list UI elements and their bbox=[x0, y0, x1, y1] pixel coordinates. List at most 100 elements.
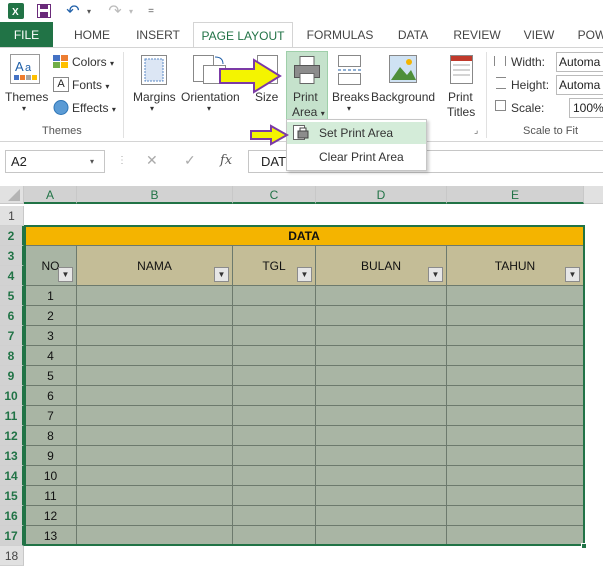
column-header-a[interactable]: A bbox=[24, 186, 77, 204]
row-header[interactable]: 18 bbox=[0, 546, 24, 566]
tab-view[interactable]: VIEW bbox=[516, 22, 562, 48]
breaks-dropdown-icon[interactable]: ▾ bbox=[347, 104, 351, 113]
tab-page-layout[interactable]: PAGE LAYOUT bbox=[193, 22, 293, 48]
table-row-number[interactable]: 4 bbox=[25, 346, 77, 366]
row-header[interactable]: 14 bbox=[0, 466, 24, 486]
table-cell[interactable] bbox=[77, 386, 233, 406]
tab-home[interactable]: HOME bbox=[62, 22, 122, 48]
enter-icon[interactable]: ✓ bbox=[184, 152, 196, 169]
row-header[interactable]: 3 bbox=[0, 246, 24, 266]
table-cell[interactable] bbox=[77, 286, 233, 306]
header-cell-nama[interactable]: NAMA ▼ bbox=[77, 246, 233, 286]
select-all-corner[interactable] bbox=[0, 186, 24, 204]
print-titles-label-line2[interactable]: Titles bbox=[447, 105, 475, 119]
cancel-icon[interactable]: ✕ bbox=[146, 152, 158, 169]
table-cell[interactable] bbox=[447, 326, 584, 346]
table-cell[interactable] bbox=[233, 366, 316, 386]
table-cell[interactable] bbox=[447, 466, 584, 486]
column-header-e[interactable]: E bbox=[447, 186, 584, 204]
height-select[interactable]: Automa bbox=[556, 75, 603, 95]
table-cell[interactable] bbox=[316, 486, 447, 506]
table-cell[interactable] bbox=[233, 326, 316, 346]
table-cell[interactable] bbox=[233, 286, 316, 306]
column-header-d[interactable]: D bbox=[316, 186, 447, 204]
tab-data[interactable]: DATA bbox=[388, 22, 438, 48]
themes-icon[interactable]: Aa bbox=[10, 54, 40, 87]
row-header[interactable]: 9 bbox=[0, 366, 24, 386]
filter-dropdown-icon[interactable]: ▼ bbox=[565, 267, 580, 282]
table-row-number[interactable]: 6 bbox=[25, 386, 77, 406]
themes-dropdown-icon[interactable]: ▾ bbox=[22, 104, 26, 113]
table-cell[interactable] bbox=[316, 326, 447, 346]
column-header-f[interactable] bbox=[584, 186, 603, 204]
print-titles-label-line1[interactable]: Print bbox=[448, 90, 473, 104]
filter-dropdown-icon[interactable]: ▼ bbox=[428, 267, 443, 282]
tab-insert[interactable]: INSERT bbox=[130, 22, 186, 48]
row-header[interactable]: 6 bbox=[0, 306, 24, 326]
tab-power[interactable]: POW bbox=[572, 22, 603, 48]
header-cell-tgl[interactable]: TGL ▼ bbox=[233, 246, 316, 286]
table-row-number[interactable]: 10 bbox=[25, 466, 77, 486]
row-header[interactable]: 2 bbox=[0, 226, 24, 246]
table-cell[interactable] bbox=[233, 486, 316, 506]
table-cell[interactable] bbox=[447, 366, 584, 386]
breaks-button[interactable]: Breaks bbox=[332, 90, 369, 104]
orientation-dropdown-icon[interactable]: ▾ bbox=[207, 104, 211, 113]
row-header[interactable]: 13 bbox=[0, 446, 24, 466]
table-row-number[interactable]: 13 bbox=[25, 526, 77, 546]
save-icon[interactable] bbox=[34, 2, 54, 20]
table-cell[interactable] bbox=[77, 486, 233, 506]
table-cell[interactable] bbox=[233, 406, 316, 426]
table-cell[interactable] bbox=[77, 466, 233, 486]
table-cell[interactable] bbox=[233, 306, 316, 326]
table-cell[interactable] bbox=[77, 306, 233, 326]
row-header[interactable]: 1 bbox=[0, 206, 24, 226]
table-cell[interactable] bbox=[447, 526, 584, 546]
table-cell[interactable] bbox=[77, 406, 233, 426]
tab-formulas[interactable]: FORMULAS bbox=[300, 22, 380, 48]
filter-dropdown-icon[interactable]: ▼ bbox=[297, 267, 312, 282]
table-cell[interactable] bbox=[316, 366, 447, 386]
table-row-number[interactable]: 3 bbox=[25, 326, 77, 346]
table-cell[interactable] bbox=[233, 506, 316, 526]
table-cell[interactable] bbox=[77, 366, 233, 386]
table-cell[interactable] bbox=[233, 426, 316, 446]
row-header[interactable]: 10 bbox=[0, 386, 24, 406]
table-row-number[interactable]: 11 bbox=[25, 486, 77, 506]
header-cell-no[interactable]: NO ▼ bbox=[25, 246, 77, 286]
table-cell[interactable] bbox=[447, 426, 584, 446]
row-header[interactable]: 17 bbox=[0, 526, 24, 546]
table-row-number[interactable]: 12 bbox=[25, 506, 77, 526]
redo-dropdown-icon[interactable]: ▾ bbox=[126, 2, 136, 20]
table-cell[interactable] bbox=[316, 306, 447, 326]
undo-icon[interactable]: ↶ bbox=[64, 2, 82, 20]
width-select[interactable]: Automa bbox=[556, 52, 603, 72]
table-row-number[interactable]: 2 bbox=[25, 306, 77, 326]
table-cell[interactable] bbox=[77, 506, 233, 526]
table-cell[interactable] bbox=[316, 426, 447, 446]
table-cell[interactable] bbox=[316, 286, 447, 306]
row-header[interactable]: 8 bbox=[0, 346, 24, 366]
filter-dropdown-icon[interactable]: ▼ bbox=[214, 267, 229, 282]
row-header[interactable]: 7 bbox=[0, 326, 24, 346]
row-header[interactable]: 4 bbox=[0, 266, 24, 286]
table-cell[interactable] bbox=[316, 386, 447, 406]
insert-function-icon[interactable]: fx bbox=[220, 153, 232, 168]
customize-qat-icon[interactable]: = bbox=[145, 2, 157, 20]
table-cell[interactable] bbox=[447, 286, 584, 306]
row-header[interactable]: 16 bbox=[0, 506, 24, 526]
fonts-button[interactable]: Fonts ▾ bbox=[72, 78, 109, 92]
table-row-number[interactable]: 7 bbox=[25, 406, 77, 426]
table-cell[interactable] bbox=[233, 466, 316, 486]
table-cell[interactable] bbox=[233, 526, 316, 546]
table-cell[interactable] bbox=[316, 346, 447, 366]
table-cell[interactable] bbox=[77, 446, 233, 466]
page-setup-dialog-launcher-icon[interactable]: ⌟ bbox=[474, 125, 478, 136]
title-cell[interactable]: DATA bbox=[25, 226, 584, 246]
tab-review[interactable]: REVIEW bbox=[448, 22, 506, 48]
table-cell[interactable] bbox=[77, 426, 233, 446]
filter-dropdown-icon[interactable]: ▼ bbox=[58, 267, 73, 282]
name-box-dropdown-icon[interactable]: ▾ bbox=[90, 157, 94, 166]
table-row-number[interactable]: 9 bbox=[25, 446, 77, 466]
table-cell[interactable] bbox=[77, 346, 233, 366]
